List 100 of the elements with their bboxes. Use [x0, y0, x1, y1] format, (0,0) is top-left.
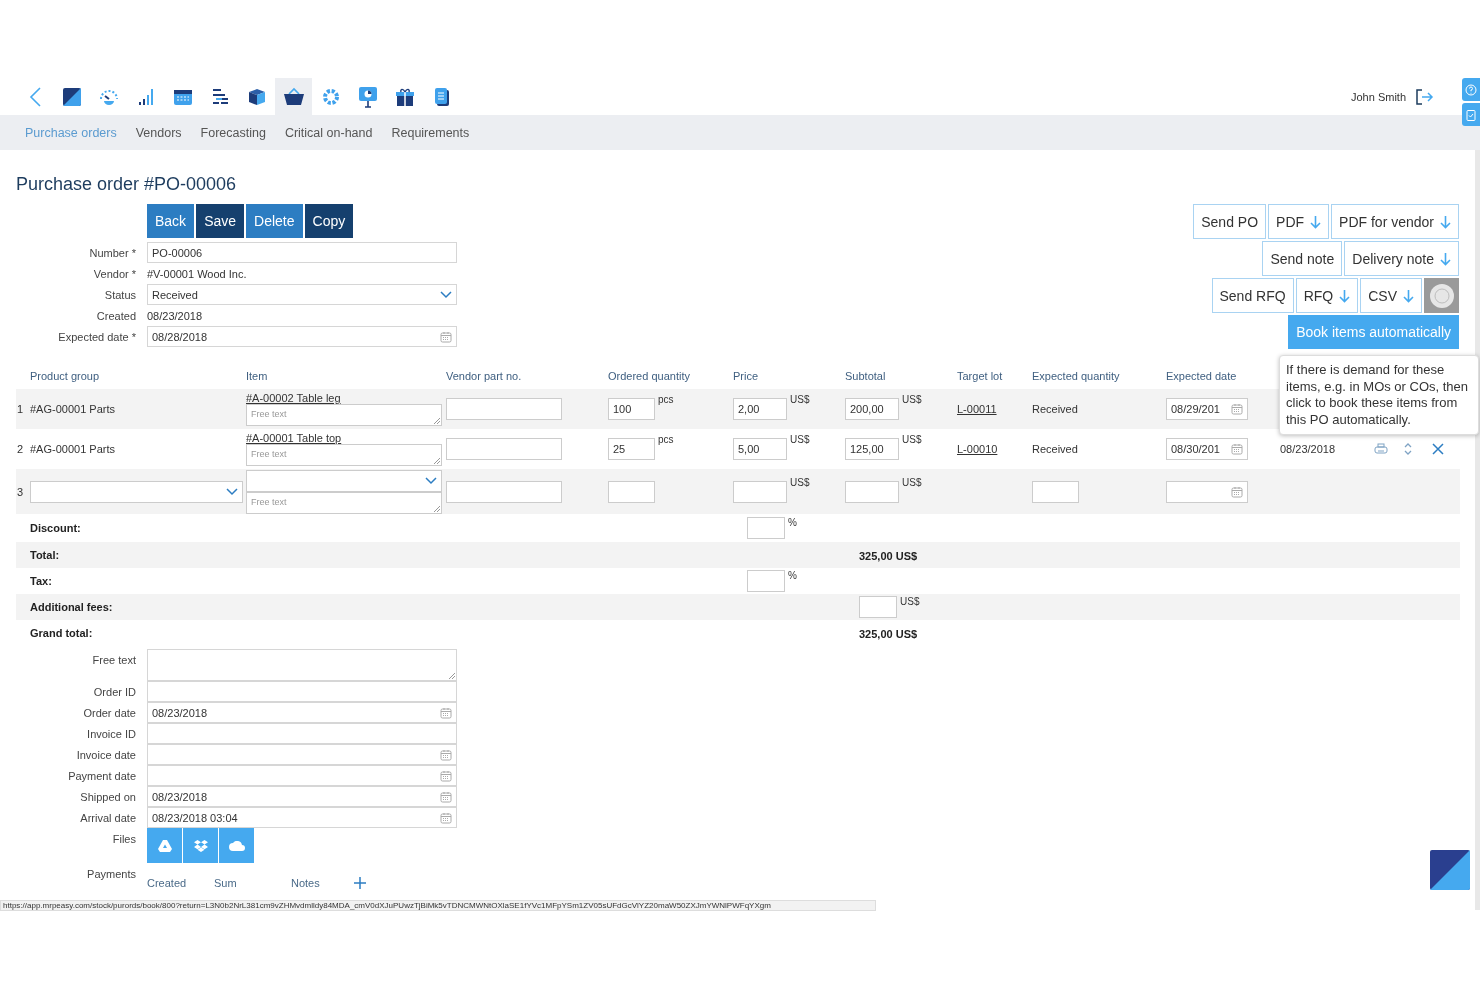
chevron-down-icon[interactable] [425, 476, 437, 485]
bar-chart-icon[interactable] [136, 86, 155, 107]
xero-button[interactable] [1424, 278, 1459, 313]
subtotal-field[interactable]: 125,00 [845, 438, 899, 460]
print-icon[interactable] [1374, 443, 1388, 455]
lot-link[interactable]: L-00010 [957, 443, 998, 455]
date-field[interactable]: 08/23/2018 [147, 702, 457, 723]
nav-tab[interactable]: Critical on-hand [284, 125, 373, 140]
price-field[interactable]: 2,00 [733, 398, 787, 420]
price-field[interactable] [733, 480, 787, 503]
gift-icon[interactable] [394, 86, 415, 107]
total-value: 325,00 US$ [859, 628, 918, 640]
help-tab[interactable] [1462, 78, 1480, 101]
basket-icon[interactable] [282, 86, 305, 107]
date-field[interactable] [147, 765, 457, 786]
box-icon[interactable] [246, 86, 267, 107]
sort-arrows-icon[interactable] [1404, 442, 1412, 456]
unit-label: pcs [658, 394, 674, 405]
drive-upload-button[interactable] [147, 828, 182, 863]
quantity-field[interactable]: 25 [608, 438, 655, 460]
export-button[interactable]: PDF for vendor [1331, 204, 1459, 239]
column-header: Price [733, 370, 760, 382]
action-button[interactable]: Back [147, 204, 195, 238]
logo-square-icon[interactable] [61, 86, 82, 107]
add-icon[interactable] [354, 877, 366, 889]
nav-tab[interactable]: Vendors [135, 125, 182, 140]
presentation-board-icon[interactable] [357, 85, 378, 108]
cloud-upload-button[interactable] [219, 828, 254, 863]
resize-grip-icon[interactable] [434, 458, 440, 464]
field-label: Order ID [92, 685, 136, 698]
text-area[interactable] [147, 649, 457, 681]
status-select[interactable]: Received [147, 284, 457, 305]
field-label: Vendor * [92, 267, 136, 280]
item-link[interactable]: #A-00002 Table leg [246, 392, 442, 404]
price-field[interactable]: 5,00 [733, 438, 787, 460]
export-button[interactable]: Send RFQ [1211, 278, 1294, 313]
export-button[interactable]: CSV [1360, 278, 1422, 313]
tooltip: If there is demand for these items, e.g. in MOs or COs, then click to book these items from this PO automatically. [1279, 355, 1479, 435]
input-field[interactable] [147, 681, 457, 702]
date-field[interactable]: 08/28/2018 [147, 326, 457, 347]
chevron-down-icon[interactable] [226, 487, 238, 496]
field-label: Order date [82, 706, 136, 719]
date-field[interactable]: 08/30/201 [1166, 438, 1248, 460]
date-field[interactable]: 08/23/2018 [147, 786, 457, 807]
resize-grip-icon[interactable] [434, 505, 440, 512]
nav-tab[interactable]: Forecasting [200, 125, 266, 140]
export-button[interactable]: PDF [1268, 204, 1330, 239]
action-button[interactable]: Delete [246, 204, 303, 238]
input-field[interactable] [1032, 480, 1079, 503]
input-field[interactable] [446, 398, 562, 420]
logout-icon[interactable] [1416, 88, 1434, 105]
date-field[interactable] [147, 744, 457, 765]
back-chevron-icon[interactable] [28, 86, 41, 107]
input-field[interactable] [747, 570, 785, 592]
quantity-field[interactable] [608, 480, 655, 503]
row-number: 2 [16, 443, 25, 455]
cloud-icon [228, 840, 245, 851]
input-field[interactable] [147, 723, 457, 744]
open-box-icon [193, 839, 208, 852]
quantity-field[interactable]: 100 [608, 398, 655, 420]
date-field[interactable] [1166, 480, 1248, 503]
download-arrow-icon [1403, 288, 1414, 303]
checklist-tab[interactable] [1462, 103, 1480, 126]
table-cell: #AG-00001 Parts [30, 443, 115, 455]
resize-grip-icon[interactable] [434, 418, 440, 424]
gear-icon[interactable] [320, 86, 341, 107]
scrollbar[interactable] [1475, 150, 1480, 910]
lot-link[interactable]: L-00011 [957, 403, 997, 415]
download-arrow-icon [1440, 251, 1451, 266]
action-button[interactable]: Save [196, 204, 245, 238]
input-field[interactable] [446, 438, 562, 460]
resize-grip-icon[interactable] [449, 673, 455, 679]
table-cell: Received [1032, 443, 1078, 455]
action-button[interactable]: Copy [304, 204, 354, 238]
chevron-down-icon[interactable] [440, 290, 452, 299]
dropbox-upload-button[interactable] [183, 828, 218, 863]
date-field[interactable]: 08/29/201 [1166, 398, 1248, 420]
item-link[interactable]: #A-00001 Table top [246, 432, 442, 444]
input-field[interactable] [747, 517, 785, 539]
input-field[interactable] [859, 596, 897, 618]
column-header: Item [246, 370, 269, 382]
export-button[interactable]: Send PO [1193, 204, 1267, 239]
nav-tab[interactable]: Requirements [391, 125, 470, 140]
field-label: Created [95, 309, 136, 322]
input-field[interactable] [446, 480, 562, 503]
input-field[interactable]: PO-00006 [147, 242, 457, 263]
table-cell: Received [1032, 403, 1078, 415]
download-arrow-icon [1339, 288, 1351, 303]
export-button[interactable]: RFQ [1295, 278, 1359, 313]
subtotal-field[interactable]: 200,00 [845, 398, 899, 420]
column-header: Product group [30, 370, 101, 382]
export-button[interactable]: Send note [1262, 241, 1343, 276]
close-icon[interactable] [1432, 443, 1444, 455]
subtotal-field[interactable] [845, 480, 899, 503]
export-button[interactable]: Delivery note [1344, 241, 1459, 276]
summary-label: Discount: [30, 522, 82, 534]
document-icon[interactable] [432, 86, 451, 107]
date-field[interactable]: 08/23/2018 03:04 [147, 807, 457, 828]
page-title: Purchase order #PO-00006 [16, 174, 238, 195]
currency-label: US$ [790, 476, 810, 488]
